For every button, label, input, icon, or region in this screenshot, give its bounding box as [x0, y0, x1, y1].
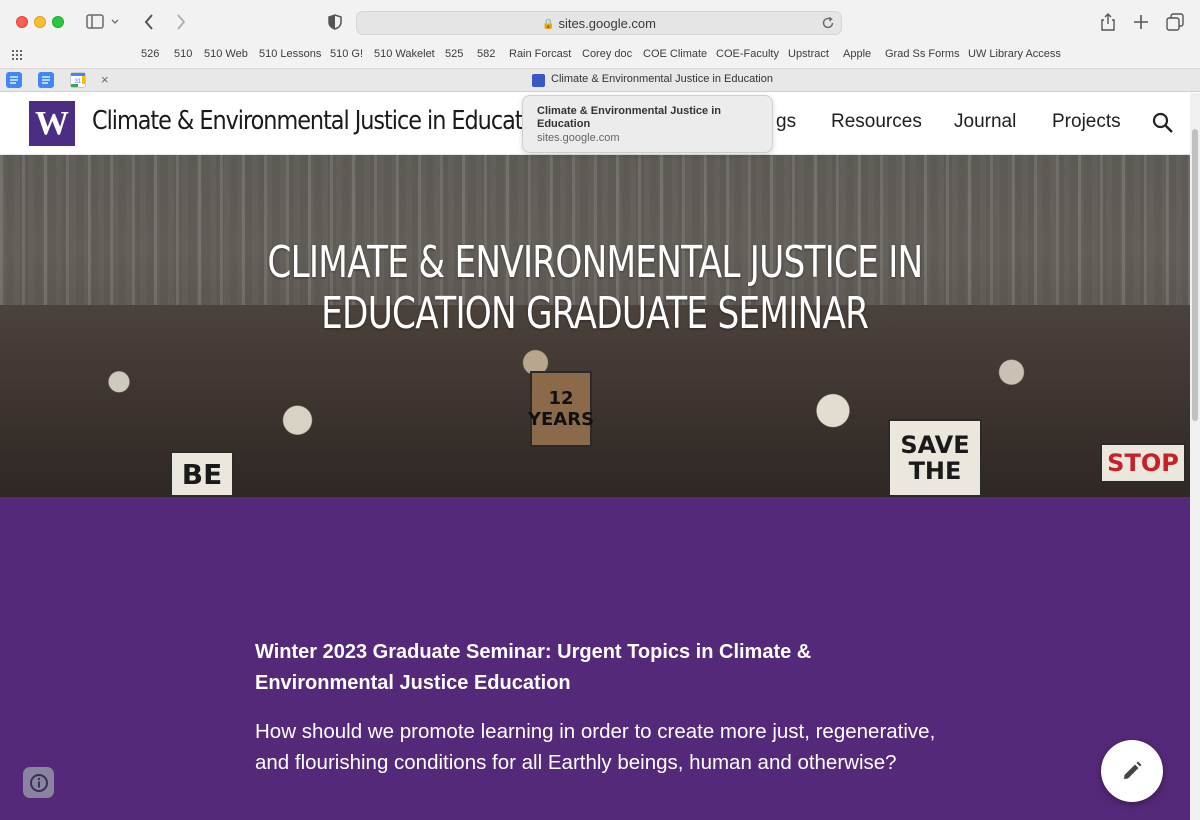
url-value: sites.google.com — [558, 16, 656, 31]
bookmark-item[interactable]: 526 — [141, 48, 159, 60]
tab-bar: 31 × Climate & Environmental Justice in … — [0, 68, 1200, 92]
google-sites-icon — [532, 74, 545, 87]
nav-item-journal[interactable]: Journal — [954, 111, 1016, 133]
zoom-window-button[interactable] — [52, 16, 64, 28]
bookmark-item[interactable]: 510 Lessons — [259, 48, 321, 60]
bookmark-item[interactable]: UW Library Access — [968, 48, 1061, 60]
site-info-button[interactable] — [23, 767, 54, 798]
scroll-thumb[interactable] — [1192, 129, 1198, 421]
reload-button[interactable] — [821, 16, 835, 35]
bookmark-item[interactable]: COE-Faculty — [716, 48, 779, 60]
back-button[interactable] — [140, 12, 158, 32]
bookmark-item[interactable]: Rain Forcast — [509, 48, 571, 60]
docs-tab-icon[interactable] — [6, 72, 22, 88]
edit-fab-button[interactable] — [1101, 740, 1163, 802]
bookmark-item[interactable]: 510 Wakelet — [374, 48, 435, 60]
protest-sign: 12 YEARS — [528, 371, 594, 447]
logo-letter: W — [35, 104, 69, 142]
content-section: Winter 2023 Graduate Seminar: Urgent Top… — [0, 497, 1190, 820]
page-scrollbar[interactable] — [1190, 93, 1200, 820]
address-bar[interactable]: 🔒 sites.google.com — [356, 11, 842, 35]
uw-logo[interactable]: W — [29, 101, 75, 146]
close-window-button[interactable] — [16, 16, 28, 28]
shield-icon — [328, 14, 342, 30]
chevron-left-icon — [144, 14, 153, 30]
search-icon — [1152, 112, 1173, 133]
site-search-button[interactable] — [1151, 111, 1175, 135]
seminar-heading: Winter 2023 Graduate Seminar: Urgent Top… — [255, 641, 812, 694]
active-tab-title[interactable]: Climate & Environmental Justice in Educa… — [551, 73, 773, 85]
privacy-report-button[interactable] — [326, 13, 344, 31]
hero-title-line: EDUCATION GRADUATE SEMINAR — [321, 288, 869, 339]
forward-button[interactable] — [172, 12, 190, 32]
pencil-icon — [1124, 761, 1142, 779]
bookmark-item[interactable]: 510 Web — [204, 48, 248, 60]
protest-sign: BE — [170, 451, 234, 497]
reload-icon — [822, 16, 834, 29]
tab-overview-button[interactable] — [1165, 12, 1185, 32]
nav-item-resources[interactable]: Resources — [831, 111, 922, 133]
bookmark-item[interactable]: Corey doc — [582, 48, 632, 60]
bookmark-item[interactable]: COE Climate — [643, 48, 707, 60]
address-text: 🔒 sites.google.com — [357, 16, 841, 31]
calendar-tab-icon[interactable]: 31 — [70, 72, 86, 88]
bookmark-item[interactable]: 525 — [445, 48, 463, 60]
new-tab-button[interactable] — [1132, 12, 1150, 32]
sidebar-toggle-button[interactable] — [86, 13, 120, 31]
bookmark-item[interactable]: Grad Ss Forms — [885, 48, 960, 60]
protest-sign: STOP — [1100, 443, 1186, 483]
bookmark-item[interactable]: 510 — [174, 48, 192, 60]
hero-banner: SAVE THE STOP BE 12 YEARS CLIMATE & ENVI… — [0, 155, 1190, 497]
tab-close-icon[interactable]: × — [101, 72, 109, 87]
chevron-right-icon — [177, 14, 186, 30]
nav-item-projects[interactable]: Projects — [1052, 111, 1121, 133]
protest-sign: SAVE THE — [888, 419, 982, 497]
share-button[interactable] — [1099, 12, 1117, 32]
nav-item-partial[interactable]: gs — [776, 111, 796, 133]
hero-title: CLIMATE & ENVIRONMENTAL JUSTICE IN EDUCA… — [0, 237, 1190, 339]
minimize-window-button[interactable] — [34, 16, 46, 28]
tab-tooltip: Climate & Environmental Justice in Educa… — [522, 95, 773, 153]
bookmark-item[interactable]: Upstract — [788, 48, 829, 60]
tooltip-url: sites.google.com — [537, 132, 620, 144]
svg-text:31: 31 — [75, 79, 82, 85]
seminar-question: How should we promote learning in order … — [255, 720, 936, 774]
site-title[interactable]: Climate & Environmental Justice in Educa… — [92, 106, 554, 136]
share-icon — [1101, 13, 1115, 31]
bookmark-item[interactable]: 582 — [477, 48, 495, 60]
tab-overview-icon — [1166, 13, 1184, 31]
lock-icon: 🔒 — [541, 19, 555, 30]
docs-tab-icon[interactable] — [38, 72, 54, 88]
sidebar-icon — [86, 14, 119, 29]
tooltip-title: Climate & Environmental Justice in Educa… — [537, 105, 721, 130]
bookmarks-bar: 526 510 510 Web 510 Lessons 510 G! 510 W… — [0, 44, 1200, 68]
bookmark-item[interactable]: 510 G! — [330, 48, 363, 60]
hero-title-line: CLIMATE & ENVIRONMENTAL JUSTICE IN — [267, 237, 923, 288]
bookmark-item[interactable]: Apple — [843, 48, 871, 60]
info-icon — [29, 773, 48, 792]
plus-icon — [1134, 15, 1148, 29]
grid-icon[interactable] — [11, 48, 25, 62]
browser-toolbar: 🔒 sites.google.com — [0, 0, 1200, 44]
